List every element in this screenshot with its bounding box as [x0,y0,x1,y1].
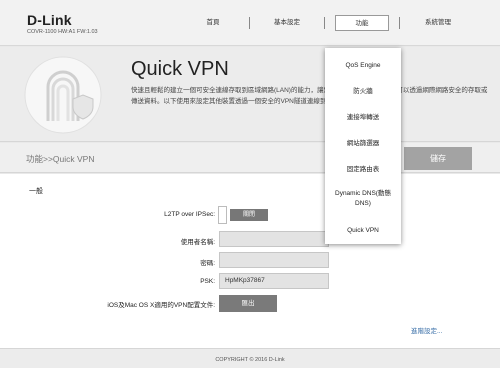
username-label: 使用者名稱: [180,239,215,246]
save-button[interactable]: 儲存 [404,147,472,170]
breadcrumb-bar: 功能>>Quick VPN 儲存 [0,143,500,173]
l2tp-label: L2TP over IPSec: [164,211,215,218]
password-label: 密碼: [200,260,215,267]
page-description: 快速且輕鬆的建立一個可安全連線存取到區域網路(LAN)的能力，讓您的iOS及Ma… [131,87,488,105]
nav-home[interactable]: 首頁 [190,15,236,31]
top-header: D-Link COVR-1100 HW:A1 FW:1.03 首頁 基本設定 功… [0,0,500,46]
menu-item-qos-engine[interactable]: QoS Engine [325,61,401,71]
l2tp-toggle[interactable]: 關閉 [218,206,270,224]
menu-item-quick-vpn[interactable]: Quick VPN [325,226,401,236]
vpn-profile-label: iOS及Mac OS X適用的VPN配置文件: [107,302,215,309]
nav-management[interactable]: 系統管理 [410,15,466,31]
breadcrumb: 功能>>Quick VPN [26,154,95,164]
page-title: Quick VPN [131,58,229,80]
page-hero: Quick VPN 快速且輕鬆的建立一個可安全連線存取到區域網路(LAN)的能力… [0,47,500,142]
menu-item-static-route[interactable]: 固定路由表 [325,165,401,175]
model-info: COVR-1100 HW:A1 FW:1.03 [27,29,98,35]
nav-separator [249,17,250,29]
password-field[interactable] [219,252,329,268]
quick-vpn-icon [24,56,102,134]
advanced-settings-link[interactable]: 進階設定... [411,325,442,335]
toggle-knob[interactable] [218,206,227,224]
dlink-logo[interactable]: D-Link [27,12,72,28]
features-dropdown-menu: QoS Engine 防火牆 連接埠轉送 網站篩選器 固定路由表 Dynamic… [325,48,401,244]
menu-item-port-forwarding[interactable]: 連接埠轉送 [325,113,401,123]
menu-item-dynamic-dns[interactable]: Dynamic DNS(動態DNS) [325,189,401,209]
menu-item-firewall[interactable]: 防火牆 [325,87,401,97]
copyright-text: COPYRIGHT © 2016 D-Link [215,357,285,363]
nav-features[interactable]: 功能 [335,15,389,31]
nav-separator [399,17,400,29]
page-footer: COPYRIGHT © 2016 D-Link [0,348,500,368]
menu-item-website-filter[interactable]: 網站篩選器 [325,139,401,149]
psk-field[interactable]: HpMKp37867 [219,273,329,289]
export-button[interactable]: 匯出 [219,295,277,312]
section-title: 一般 [29,188,43,195]
nav-settings[interactable]: 基本設定 [262,15,312,31]
psk-label: PSK: [200,278,215,285]
toggle-state: 關閉 [230,209,268,221]
settings-panel: 一般 L2TP over IPSec: 關閉 使用者名稱: 密碼: PSK: H… [0,174,500,348]
username-field[interactable] [219,231,329,247]
nav-separator [324,17,325,29]
